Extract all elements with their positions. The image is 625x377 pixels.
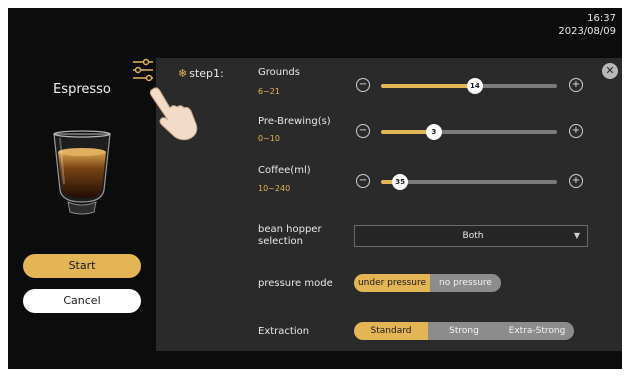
device-screen: 16:37 2023/08/09 Espresso Start Cancel ✕…: [8, 8, 622, 369]
grounds-slider-knob[interactable]: 14: [466, 78, 483, 94]
coffee-plus-button[interactable]: +: [569, 174, 583, 188]
grounds-label: Grounds: [258, 67, 300, 78]
hand-pointer-icon: [149, 87, 198, 141]
bean-hopper-value: Both: [462, 231, 484, 241]
extraction-option-standard[interactable]: Standard: [354, 322, 428, 340]
extraction-option-strong[interactable]: Strong: [428, 322, 500, 340]
bean-hopper-label: bean hopper selection: [258, 224, 322, 247]
extraction-toggle: Standard Strong Extra-Strong: [354, 322, 574, 340]
brew-settings-panel: ✕ ❄ step1: Grounds 6~21 − 14 + Pre-Brewin…: [156, 58, 622, 351]
prebrewing-slider[interactable]: 3: [381, 124, 557, 140]
grounds-slider-fill: [381, 84, 475, 88]
pressure-option-under[interactable]: under pressure: [354, 274, 430, 292]
cancel-button[interactable]: Cancel: [23, 289, 141, 313]
pressure-option-none[interactable]: no pressure: [430, 274, 501, 292]
coffee-range: 10~240: [258, 184, 291, 193]
coffee-minus-button[interactable]: −: [356, 174, 370, 188]
coffee-label: Coffee(ml): [258, 165, 311, 176]
prebrewing-range: 0~10: [258, 134, 280, 143]
espresso-cup-image: [53, 130, 111, 215]
snowflake-icon: ❄: [178, 67, 188, 80]
clock: 16:37 2023/08/09: [558, 12, 616, 38]
grounds-range: 6~21: [258, 87, 280, 96]
settings-sliders-icon[interactable]: [132, 58, 154, 82]
prebrewing-minus-button[interactable]: −: [356, 124, 370, 138]
prebrewing-slider-knob[interactable]: 3: [425, 124, 442, 140]
coffee-slider[interactable]: 35: [381, 174, 557, 190]
start-button[interactable]: Start: [23, 254, 141, 278]
extraction-label: Extraction: [258, 326, 310, 337]
grounds-plus-button[interactable]: +: [569, 78, 583, 92]
step-text: step1:: [189, 67, 224, 80]
step-label: ❄ step1:: [178, 67, 224, 80]
prebrewing-label: Pre-Brewing(s): [258, 116, 331, 127]
prebrewing-plus-button[interactable]: +: [569, 124, 583, 138]
coffee-slider-knob[interactable]: 35: [392, 174, 409, 190]
bean-hopper-select[interactable]: Both ▼: [354, 225, 588, 247]
dropdown-arrow-icon: ▼: [573, 231, 580, 240]
clock-date: 2023/08/09: [558, 26, 616, 37]
drink-name: Espresso: [53, 82, 111, 97]
grounds-slider[interactable]: 14: [381, 78, 557, 94]
clock-time: 16:37: [587, 13, 616, 24]
close-icon[interactable]: ✕: [602, 63, 618, 79]
grounds-minus-button[interactable]: −: [356, 78, 370, 92]
pressure-mode-label: pressure mode: [258, 278, 333, 289]
extraction-option-extra-strong[interactable]: Extra-Strong: [500, 322, 574, 340]
pressure-mode-toggle: under pressure no pressure: [354, 274, 501, 292]
